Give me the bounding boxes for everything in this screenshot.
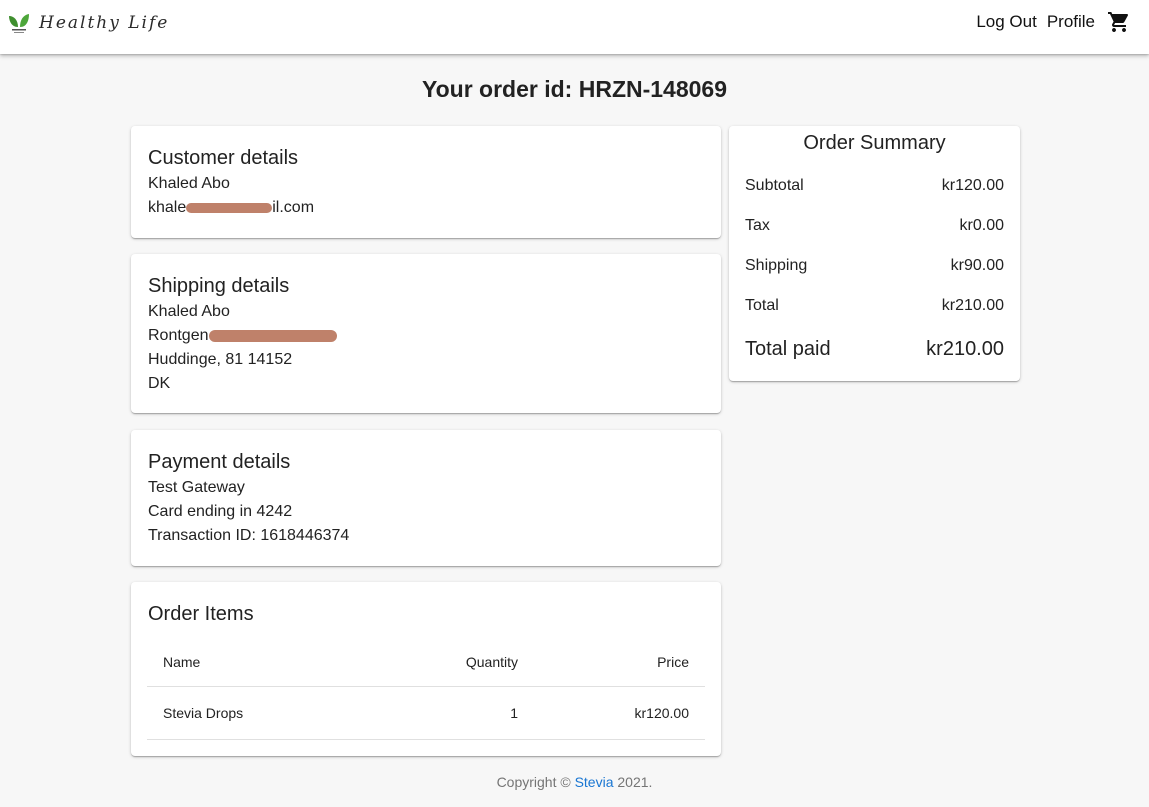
payment-transaction: Transaction ID: 1618446374 [148,527,350,544]
customer-email: khale il.com [148,199,315,216]
shipping-details-card: Shipping details Khaled Abo Rontgen Hudd… [131,254,721,413]
shipping-details-heading: Shipping details [148,275,290,297]
summary-row-shipping: Shipping kr90.00 [745,257,1004,274]
payment-details-card: Payment details Test Gateway Card ending… [131,430,721,566]
app-bar: Healthy Life Log Out Profile [0,0,1149,54]
brand[interactable]: Healthy Life [8,10,169,36]
logout-link[interactable]: Log Out [976,12,1037,32]
page-title: Your order id: HRZN-148069 [421,76,728,102]
email-redaction [186,202,273,213]
column-header-name: Name [163,653,201,670]
leaf-logo-icon [8,11,30,35]
shipping-name: Khaled Abo [148,303,230,320]
summary-row-subtotal: Subtotal kr120.00 [745,177,1004,194]
item-price: kr120.00 [634,705,689,721]
customer-name: Khaled Abo [148,175,230,192]
item-name: Stevia Drops [163,705,244,721]
column-header-price: Price [657,653,689,670]
table-header: Name Quantity Price [147,637,705,687]
customer-details-heading: Customer details [148,147,299,169]
summary-row-total: Total kr210.00 [745,297,1004,314]
shipping-city: Huddinge, 81 14152 [148,351,293,368]
profile-link[interactable]: Profile [1047,12,1095,32]
payment-gateway: Test Gateway [148,479,245,496]
payment-details-heading: Payment details [148,451,291,473]
item-quantity: 1 [510,705,518,721]
footer-stevia-link[interactable]: Stevia [575,774,614,790]
shipping-street: Rontgen [148,324,704,348]
brand-title: Healthy Life [39,13,170,33]
shopping-cart-icon[interactable] [1107,10,1131,34]
shipping-country: DK [148,375,171,392]
summary-row-tax: Tax kr0.00 [745,217,1004,234]
street-redaction [208,329,337,342]
order-summary-heading: Order Summary [803,132,946,154]
top-nav: Log Out Profile [966,10,1131,34]
table-row: Stevia Drops 1 kr120.00 [147,687,705,740]
column-header-quantity: Quantity [465,653,518,670]
order-items-table: Name Quantity Price Stevia Drops 1 kr120… [147,637,705,740]
customer-details-card: Customer details Khaled Abo khale il.com [131,126,721,238]
summary-row-total-paid: Total paid kr210.00 [745,338,1004,360]
payment-card: Card ending in 4242 [148,503,293,520]
footer: Copyright © Stevia 2021. [496,774,653,790]
order-items-heading: Order Items [148,603,254,625]
order-summary-card: Order Summary Subtotal kr120.00 Tax kr0.… [729,126,1020,381]
order-items-card: Order Items Name Quantity Price Stevia D… [131,582,721,756]
